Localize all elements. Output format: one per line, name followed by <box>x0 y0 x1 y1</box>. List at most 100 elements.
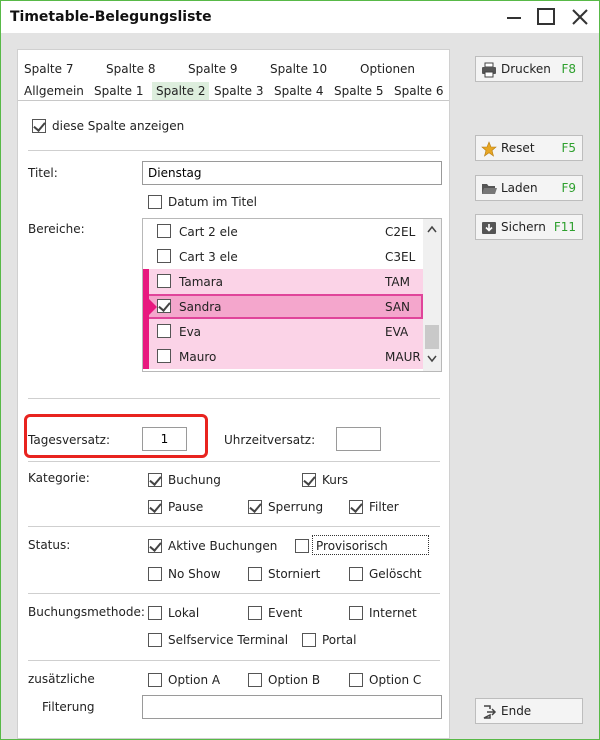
titel-input[interactable] <box>142 161 442 185</box>
color-marker <box>143 319 149 344</box>
list-item-name: Mauro <box>179 350 217 364</box>
sichern-button[interactable]: Sichern F11 <box>475 214 583 240</box>
list-item[interactable]: Cart 2 ele C2EL <box>143 219 423 244</box>
selfservice-label: Selfservice Terminal <box>168 633 289 647</box>
option-b-checkbox[interactable] <box>248 673 262 687</box>
ende-button[interactable]: Ende <box>475 698 583 724</box>
list-item[interactable]: Mauro MAUR <box>143 344 423 369</box>
provisorisch-label: Provisorisch <box>316 539 388 553</box>
event-checkbox[interactable] <box>248 606 262 620</box>
list-item-name: Tamara <box>179 275 224 289</box>
list-item[interactable]: Cart 3 ele C3EL <box>143 244 423 269</box>
filterung-label: Filterung <box>42 700 95 714</box>
datum-im-titel-label: Datum im Titel <box>168 195 257 209</box>
tab-allgemein[interactable]: Allgemein <box>24 82 84 100</box>
tab-spalte-6[interactable]: Spalte 6 <box>394 82 443 100</box>
option-b-label: Option B <box>268 673 321 687</box>
minimize-icon[interactable] <box>503 7 525 27</box>
row-pointer-icon <box>149 299 157 315</box>
list-item-checkbox[interactable] <box>157 274 171 288</box>
list-item-code: MAUR <box>385 350 421 364</box>
filter-label: Filter <box>369 500 399 514</box>
show-column-checkbox[interactable] <box>32 119 46 133</box>
tab-spalte-7[interactable]: Spalte 7 <box>24 60 73 78</box>
tab-spalte-5[interactable]: Spalte 5 <box>334 82 383 100</box>
reset-button[interactable]: Reset F5 <box>475 135 583 161</box>
zusaetzliche-label: zusätzliche <box>28 672 95 686</box>
laden-label: Laden <box>501 181 538 195</box>
scroll-up-icon[interactable] <box>427 225 437 233</box>
list-item-checkbox[interactable] <box>157 249 171 263</box>
settings-panel: Spalte 7 Spalte 8 Spalte 9 Spalte 10 Opt… <box>17 49 450 739</box>
buchungsmethode-label: Buchungsmethode: <box>28 605 145 619</box>
list-item-checkbox[interactable] <box>157 224 171 238</box>
list-item-checkbox[interactable] <box>157 349 171 363</box>
close-icon[interactable] <box>569 7 591 27</box>
pause-label: Pause <box>168 500 204 514</box>
tab-spalte-3[interactable]: Spalte 3 <box>214 82 263 100</box>
list-item-checkbox[interactable] <box>157 299 171 313</box>
buchung-checkbox[interactable] <box>148 473 162 487</box>
no-show-checkbox[interactable] <box>148 567 162 581</box>
separator <box>28 660 440 661</box>
list-item-name: Sandra <box>179 300 222 314</box>
list-scrollbar[interactable] <box>423 219 441 371</box>
color-marker <box>143 344 149 369</box>
sichern-shortcut: F11 <box>553 220 576 234</box>
filter-checkbox[interactable] <box>349 500 363 514</box>
drucken-shortcut: F8 <box>561 62 576 76</box>
geloescht-label: Gelöscht <box>369 567 422 581</box>
datum-im-titel-checkbox[interactable] <box>148 195 162 209</box>
scroll-down-icon[interactable] <box>427 355 437 363</box>
status-label: Status: <box>28 538 71 552</box>
folder-open-icon <box>482 184 497 194</box>
storniert-checkbox[interactable] <box>248 567 262 581</box>
laden-button[interactable]: Laden F9 <box>475 175 583 201</box>
list-item-selected[interactable]: Sandra SAN <box>143 294 423 319</box>
list-item-name: Cart 2 ele <box>179 225 238 239</box>
option-c-checkbox[interactable] <box>349 673 363 687</box>
maximize-icon[interactable] <box>535 7 557 27</box>
tagesversatz-input[interactable] <box>142 427 187 451</box>
separator <box>28 526 440 527</box>
list-item[interactable]: Eva EVA <box>143 319 423 344</box>
window-title: Timetable-Belegungsliste <box>10 9 212 25</box>
tab-spalte-10[interactable]: Spalte 10 <box>270 60 327 78</box>
laden-shortcut: F9 <box>561 181 576 195</box>
ende-label: Ende <box>501 704 532 718</box>
pause-checkbox[interactable] <box>148 500 162 514</box>
drucken-label: Drucken <box>501 62 551 76</box>
uhrzeitversatz-input[interactable] <box>336 427 381 451</box>
list-item[interactable]: Tamara TAM <box>143 269 423 294</box>
aktive-buchungen-checkbox[interactable] <box>148 539 162 553</box>
list-item-checkbox[interactable] <box>157 324 171 338</box>
lokal-checkbox[interactable] <box>148 606 162 620</box>
portal-checkbox[interactable] <box>302 633 316 647</box>
tab-spalte-2[interactable]: Spalte 2 <box>152 82 210 100</box>
tab-optionen[interactable]: Optionen <box>360 60 415 78</box>
tab-spalte-4[interactable]: Spalte 4 <box>274 82 323 100</box>
bereiche-list[interactable]: Cart 2 ele C2EL Cart 3 ele C3EL Tamara T… <box>142 218 442 372</box>
separator <box>28 398 440 399</box>
internet-label: Internet <box>369 606 417 620</box>
option-a-checkbox[interactable] <box>148 673 162 687</box>
kurs-checkbox[interactable] <box>302 473 316 487</box>
internet-checkbox[interactable] <box>349 606 363 620</box>
uhrzeitversatz-label: Uhrzeitversatz: <box>224 433 316 447</box>
geloescht-checkbox[interactable] <box>349 567 363 581</box>
list-item-code: SAN <box>385 300 411 314</box>
tab-spalte-1[interactable]: Spalte 1 <box>94 82 143 100</box>
kurs-label: Kurs <box>322 473 349 487</box>
filterung-input[interactable] <box>142 695 442 719</box>
list-item-code: C2EL <box>385 225 416 239</box>
tab-spalte-8[interactable]: Spalte 8 <box>106 60 155 78</box>
bereiche-label: Bereiche: <box>28 222 85 236</box>
separator <box>28 150 440 151</box>
sperrung-checkbox[interactable] <box>248 500 262 514</box>
selfservice-checkbox[interactable] <box>148 633 162 647</box>
provisorisch-checkbox[interactable] <box>295 539 309 553</box>
drucken-button[interactable]: Drucken F8 <box>475 56 583 82</box>
portal-label: Portal <box>322 633 357 647</box>
tab-spalte-9[interactable]: Spalte 9 <box>188 60 237 78</box>
scroll-thumb[interactable] <box>425 325 439 349</box>
